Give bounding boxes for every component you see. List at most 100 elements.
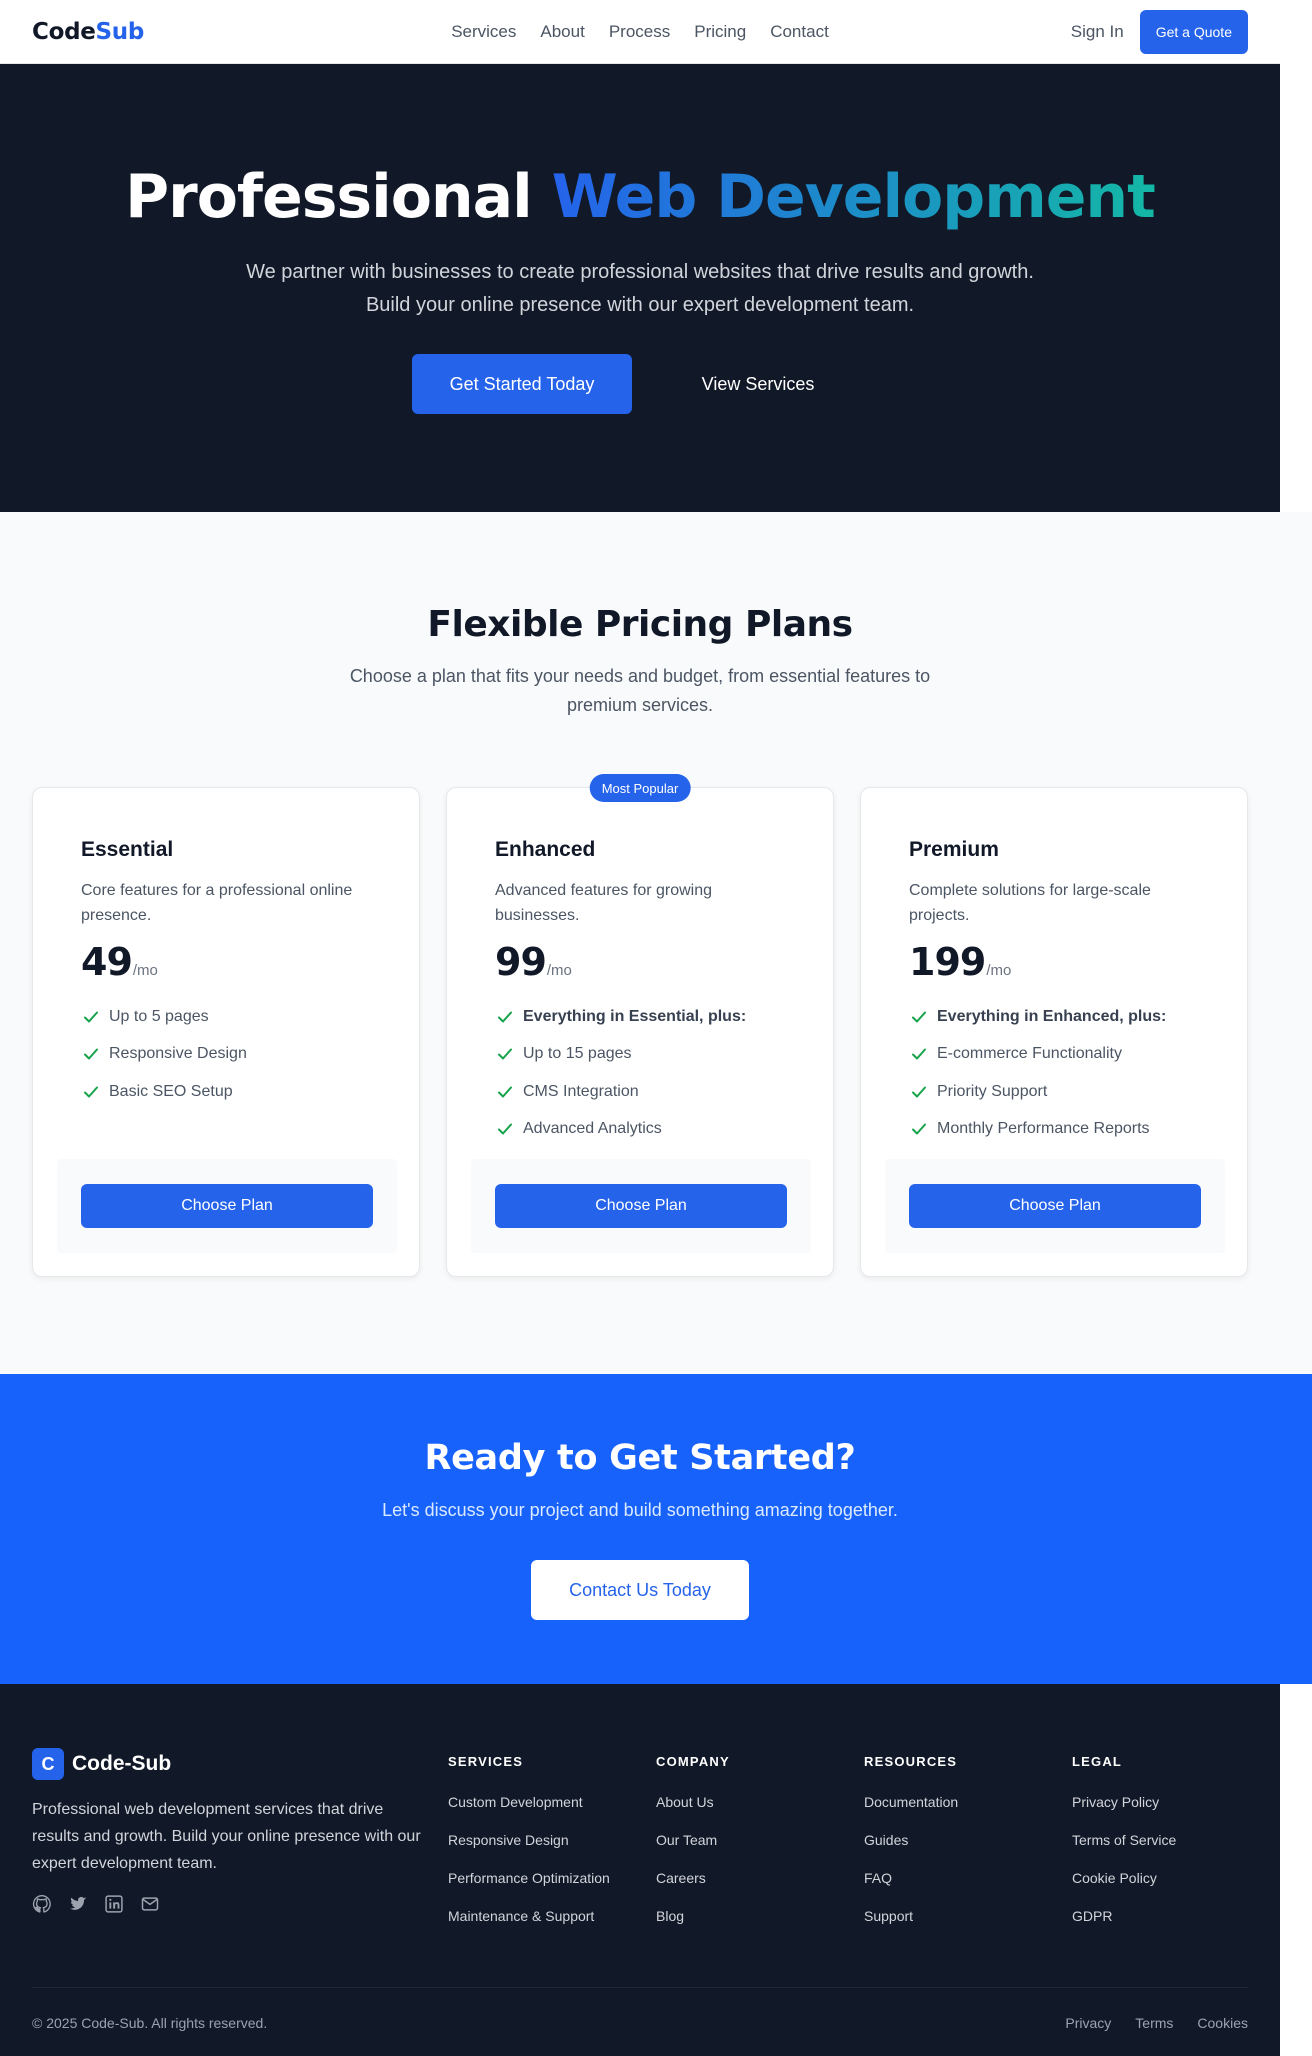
choose-plan-premium-button[interactable]: Choose Plan — [909, 1184, 1201, 1228]
feature-text: E-commerce Functionality — [937, 1045, 1122, 1063]
check-icon — [912, 1086, 926, 1098]
feature-text: Advanced Analytics — [523, 1120, 662, 1138]
feature-text: Basic SEO Setup — [109, 1082, 233, 1100]
footer-link[interactable]: Responsive Design — [448, 1821, 610, 1859]
check-icon — [84, 1011, 98, 1023]
footer-link[interactable]: Cookie Policy — [1072, 1859, 1176, 1897]
feature-item: Priority Support — [909, 1073, 1166, 1111]
nav-actions: Sign In Get a Quote — [1071, 9, 1248, 54]
footer: C Code-Sub Professional web development … — [0, 1684, 1280, 2056]
feature-text: Everything in Essential, plus: — [523, 1007, 747, 1025]
plan-description: Advanced features for growing businesses… — [495, 882, 713, 924]
hero-buttons: Get Started Today View Services — [0, 354, 1280, 414]
plan-name: Enhanced — [495, 838, 596, 861]
footer-privacy-link[interactable]: Privacy — [1065, 2015, 1111, 2031]
footer-link[interactable]: Performance Optimization — [448, 1859, 610, 1897]
check-icon — [84, 1048, 98, 1060]
pricing-section: Flexible Pricing Plans Choose a plan tha… — [0, 512, 1312, 1374]
feature-item: Basic SEO Setup — [81, 1073, 247, 1111]
choose-plan-enhanced-button[interactable]: Choose Plan — [495, 1184, 787, 1228]
footer-description: Professional web development services th… — [32, 1801, 421, 1872]
footer-link[interactable]: Blog — [656, 1897, 730, 1935]
footer-link[interactable]: Custom Development — [448, 1783, 610, 1821]
footer-terms-link[interactable]: Terms — [1135, 2015, 1173, 2031]
feature-text: Priority Support — [937, 1082, 1048, 1100]
plan-card-essential: Essential Core features for a profession… — [32, 787, 420, 1277]
nav-link-about[interactable]: About — [540, 22, 584, 42]
footer-link[interactable]: GDPR — [1072, 1897, 1176, 1935]
check-icon — [84, 1086, 98, 1098]
feature-list: Up to 5 pages Responsive Design Basic SE… — [81, 998, 247, 1111]
check-icon — [912, 1123, 926, 1135]
plan-footer: Choose Plan — [471, 1159, 811, 1253]
hero-title: Professional Web Development — [0, 164, 1280, 230]
footer-column-services: SERVICES Custom Development Responsive D… — [448, 1748, 610, 1935]
footer-cookies-link[interactable]: Cookies — [1197, 2015, 1248, 2031]
choose-plan-essential-button[interactable]: Choose Plan — [81, 1184, 373, 1228]
footer-link[interactable]: Our Team — [656, 1821, 730, 1859]
cta-title: Ready to Get Started? — [424, 1438, 856, 1478]
pricing-title: Flexible Pricing Plans — [427, 604, 853, 645]
logo[interactable]: CodeSub — [32, 19, 144, 45]
check-icon — [912, 1048, 926, 1060]
check-icon — [498, 1086, 512, 1098]
footer-link[interactable]: Maintenance & Support — [448, 1897, 610, 1935]
feature-item: CMS Integration — [495, 1073, 746, 1111]
nav-link-process[interactable]: Process — [609, 22, 670, 42]
plan-price: 199/mo — [909, 940, 1011, 984]
logo-part-sub: Sub — [95, 18, 145, 45]
plan-price: 99/mo — [495, 940, 572, 984]
footer-column-title: LEGAL — [1072, 1754, 1123, 1769]
footer-link[interactable]: Careers — [656, 1859, 730, 1897]
twitter-icon[interactable] — [68, 1894, 88, 1914]
footer-column-title: COMPANY — [656, 1754, 730, 1769]
feature-text: Monthly Performance Reports — [937, 1120, 1150, 1138]
feature-text: Responsive Design — [109, 1045, 247, 1063]
footer-divider — [32, 1987, 1248, 1988]
plan-card-premium: Premium Complete solutions for large-sca… — [860, 787, 1248, 1277]
plan-name: Essential — [81, 838, 174, 861]
footer-link[interactable]: Privacy Policy — [1072, 1783, 1176, 1821]
nav-link-services[interactable]: Services — [451, 22, 516, 42]
feature-text: Everything in Enhanced, plus: — [937, 1007, 1167, 1025]
footer-link[interactable]: Documentation — [864, 1783, 958, 1821]
hero-subtitle: We partner with businesses to create pro… — [246, 261, 1034, 316]
mail-icon[interactable] — [140, 1894, 160, 1914]
hero-title-plain: Professional — [125, 162, 533, 232]
nav-link-pricing[interactable]: Pricing — [694, 22, 746, 42]
github-icon[interactable] — [32, 1894, 52, 1914]
linkedin-icon[interactable] — [104, 1894, 124, 1914]
footer-link[interactable]: About Us — [656, 1783, 730, 1821]
feature-text: CMS Integration — [523, 1082, 639, 1100]
hero-title-highlight: Web Development — [551, 162, 1156, 232]
plan-card-enhanced: Most Popular Enhanced Advanced features … — [446, 774, 834, 1277]
nav-link-contact[interactable]: Contact — [770, 22, 829, 42]
price-amount: 99 — [495, 940, 547, 984]
check-icon — [498, 1048, 512, 1060]
sign-in-link[interactable]: Sign In — [1071, 22, 1124, 42]
footer-brand[interactable]: C Code-Sub — [32, 1748, 171, 1780]
plan-description: Complete solutions for large-scale proje… — [909, 882, 1151, 924]
footer-column-title: SERVICES — [448, 1754, 524, 1769]
footer-logo-icon: C — [32, 1748, 64, 1780]
social-links — [32, 1894, 160, 1914]
footer-column-resources: RESOURCES Documentation Guides FAQ Suppo… — [864, 1748, 958, 1935]
hero-section: Professional Web Development We partner … — [0, 64, 1280, 512]
plan-footer: Choose Plan — [57, 1159, 397, 1253]
plan-name: Premium — [909, 838, 999, 861]
top-nav: CodeSub Services About Process Pricing C… — [0, 0, 1280, 64]
get-started-button[interactable]: Get Started Today — [412, 354, 632, 414]
footer-link[interactable]: FAQ — [864, 1859, 958, 1897]
feature-item: E-commerce Functionality — [909, 1036, 1166, 1074]
plan-price: 49/mo — [81, 940, 158, 984]
feature-item: Up to 15 pages — [495, 1036, 746, 1074]
contact-us-button[interactable]: Contact Us Today — [531, 1560, 749, 1620]
feature-list: Everything in Essential, plus: Up to 15 … — [495, 998, 746, 1148]
footer-link[interactable]: Support — [864, 1897, 958, 1935]
footer-link[interactable]: Terms of Service — [1072, 1821, 1176, 1859]
feature-list: Everything in Enhanced, plus: E-commerce… — [909, 998, 1166, 1148]
feature-item: Everything in Essential, plus: — [495, 998, 746, 1036]
view-services-button[interactable]: View Services — [648, 354, 868, 414]
footer-link[interactable]: Guides — [864, 1821, 958, 1859]
get-quote-button[interactable]: Get a Quote — [1139, 9, 1248, 54]
